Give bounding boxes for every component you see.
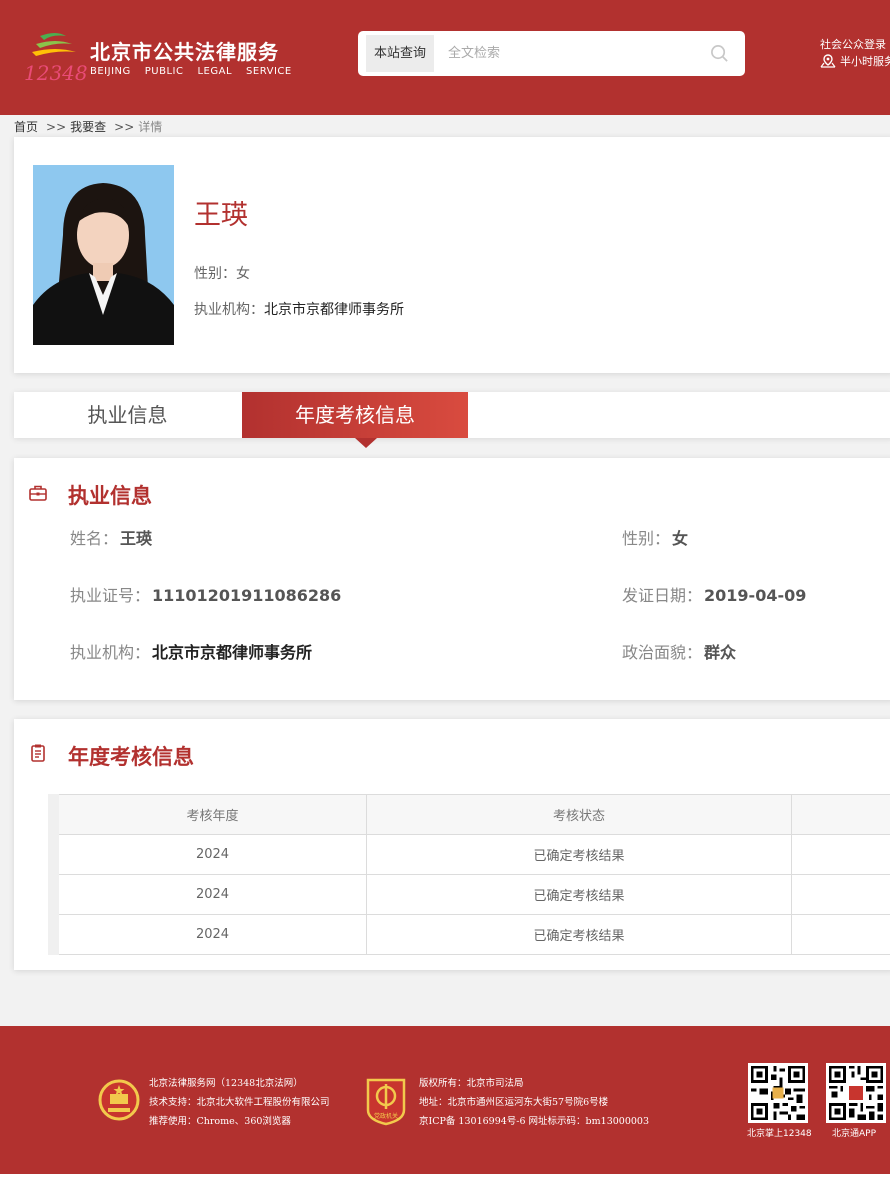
cell-status: 已确定考核结果 <box>366 834 792 875</box>
government-badge-icon[interactable]: 党政机关 <box>364 1076 408 1126</box>
breadcrumb: 首页 >> 我要查 >> 详情 <box>14 120 163 134</box>
cell-year: 2024 <box>53 834 367 875</box>
site-logo[interactable]: 12348 北京市公共法律服务 BEIJING PUBLIC LEGAL SERVIC… <box>22 28 302 88</box>
logo-number: 12348 <box>24 61 88 85</box>
field-cert-number: 执业证号： 11101201911086286 <box>70 586 342 605</box>
annual-section-title: 年度考核信息 <box>68 745 194 769</box>
tab-practice-info[interactable]: 执业信息 <box>14 392 241 438</box>
logo-subtitle: BEIJING PUBLIC LEGAL SERVICE <box>90 66 292 77</box>
breadcrumb-home[interactable]: 首页 <box>14 120 38 134</box>
half-hour-service-link[interactable]: 半小时服务 <box>820 53 890 69</box>
breadcrumb-search[interactable]: 我要查 <box>70 120 106 134</box>
tab-annual-review[interactable]: 年度考核信息 <box>242 392 468 448</box>
qr-label-beijing-app: 北京通APP <box>832 1129 877 1139</box>
field-gender: 性别：女 <box>622 529 689 548</box>
national-emblem-icon <box>98 1079 140 1121</box>
footer-site-info: 北京法律服务网（12348北京法网） 技术支持：北京北大软件工程股份有限公司 推… <box>149 1078 330 1127</box>
column-header-status: 考核状态 <box>366 794 792 835</box>
table-row: 2024 已确定考核结果 <box>53 914 890 955</box>
site-footer: 北京法律服务网（12348北京法网） 技术支持：北京北大软件工程股份有限公司 推… <box>0 1026 890 1174</box>
qr-label-12348: 北京掌上12348 <box>747 1129 812 1139</box>
annual-review-table: 考核年度 考核状态 2024 已确定考核结果 2024 已确定考核结果 2024… <box>48 794 890 955</box>
logo-emblem-icon: 12348 <box>24 33 88 85</box>
lawyer-name: 王瑛 <box>194 200 248 231</box>
qr-code-12348-icon <box>748 1063 808 1123</box>
annual-review-card: 年度考核信息 考核年度 考核状态 2024 已确定考核结果 2024 已确定考核… <box>14 719 890 970</box>
column-header-year: 考核年度 <box>53 794 367 835</box>
search-icon[interactable] <box>710 44 729 63</box>
map-pin-icon <box>820 54 836 68</box>
qr-code-beijing-app-icon <box>826 1063 886 1123</box>
page-bottom-strip <box>0 1174 890 1200</box>
briefcase-icon <box>29 485 47 501</box>
search-scope-select[interactable]: 本站查询 <box>366 35 434 72</box>
profile-card: 王瑛 性别：女 执业机构：北京市京都律师事务所 <box>14 137 890 373</box>
detail-tabs: 执业信息 年度考核信息 <box>14 392 890 448</box>
cell-extra <box>791 834 890 875</box>
logo-title: 北京市公共法律服务 <box>90 40 279 64</box>
practice-section-title: 执业信息 <box>68 484 152 508</box>
badge-text: 党政机关 <box>374 1112 398 1120</box>
table-row: 2024 已确定考核结果 <box>53 834 890 875</box>
table-row: 2024 已确定考核结果 <box>53 874 890 915</box>
search-box: 本站查询 <box>358 31 745 76</box>
table-header-row: 考核年度 考核状态 <box>53 794 890 835</box>
cell-extra <box>791 914 890 955</box>
public-login-link[interactable]: 社会公众登录 <box>820 36 886 52</box>
service-link-label: 半小时服务 <box>840 55 890 68</box>
field-name: 姓名： 王瑛 <box>70 529 153 548</box>
breadcrumb-current: 详情 <box>138 120 163 134</box>
profile-organization: 执业机构：北京市京都律师事务所 <box>194 302 404 318</box>
cell-year: 2024 <box>53 914 367 955</box>
active-tab-arrow <box>355 438 377 448</box>
field-organization: 执业机构： 北京市京都律师事务所 <box>70 643 313 662</box>
field-political-status: 政治面貌： 群众 <box>622 643 737 662</box>
site-header: 12348 北京市公共法律服务 BEIJING PUBLIC LEGAL SERVIC… <box>0 0 890 115</box>
cell-status: 已确定考核结果 <box>366 874 792 915</box>
column-header-extra <box>791 794 890 835</box>
cell-year: 2024 <box>53 874 367 915</box>
clipboard-icon <box>31 744 45 762</box>
practice-info-card: 执业信息 姓名： 王瑛 性别：女 执业证号： 11101201911086286 发… <box>14 458 890 700</box>
cell-status: 已确定考核结果 <box>366 914 792 955</box>
search-input[interactable] <box>448 41 688 66</box>
field-issue-date: 发证日期： 2019-04-09 <box>622 586 807 605</box>
tab-annual-review-label: 年度考核信息 <box>295 403 415 427</box>
footer-copyright-info: 版权所有：北京市司法局 地址：北京市通州区运河东大街57号院6号楼 京ICP备 … <box>419 1078 650 1127</box>
cell-extra <box>791 874 890 915</box>
lawyer-photo <box>33 165 174 345</box>
profile-gender: 性别：女 <box>194 266 250 282</box>
